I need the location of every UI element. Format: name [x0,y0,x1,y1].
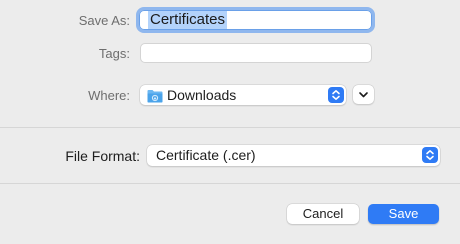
file-format-selected: Certificate (.cer) [156,147,256,163]
save-as-label: Save As: [78,13,130,28]
expand-button[interactable] [353,85,374,104]
divider [0,183,460,184]
tags-input[interactable] [140,43,372,63]
cancel-button[interactable]: Cancel [287,204,359,224]
save-as-value: Certificates [148,11,228,29]
divider [0,127,460,128]
up-down-chevron-icon [422,147,438,163]
save-as-input[interactable]: Certificates [139,10,372,30]
file-format-label: File Format: [65,148,140,164]
up-down-chevron-icon [328,87,344,103]
folder-icon [147,90,163,103]
where-selected: Downloads [167,87,237,103]
file-format-popup[interactable]: Certificate (.cer) [147,145,440,166]
where-popup[interactable]: Downloads [140,85,346,105]
chevron-down-icon [359,92,368,98]
tags-label: Tags: [98,46,130,61]
dialog-top-section: Save As: Certificates Tags: Where: Downl… [0,0,460,127]
save-dialog: Save As: Certificates Tags: Where: Downl… [0,0,460,244]
where-label: Where: [88,88,130,103]
save-button[interactable]: Save [368,204,439,224]
